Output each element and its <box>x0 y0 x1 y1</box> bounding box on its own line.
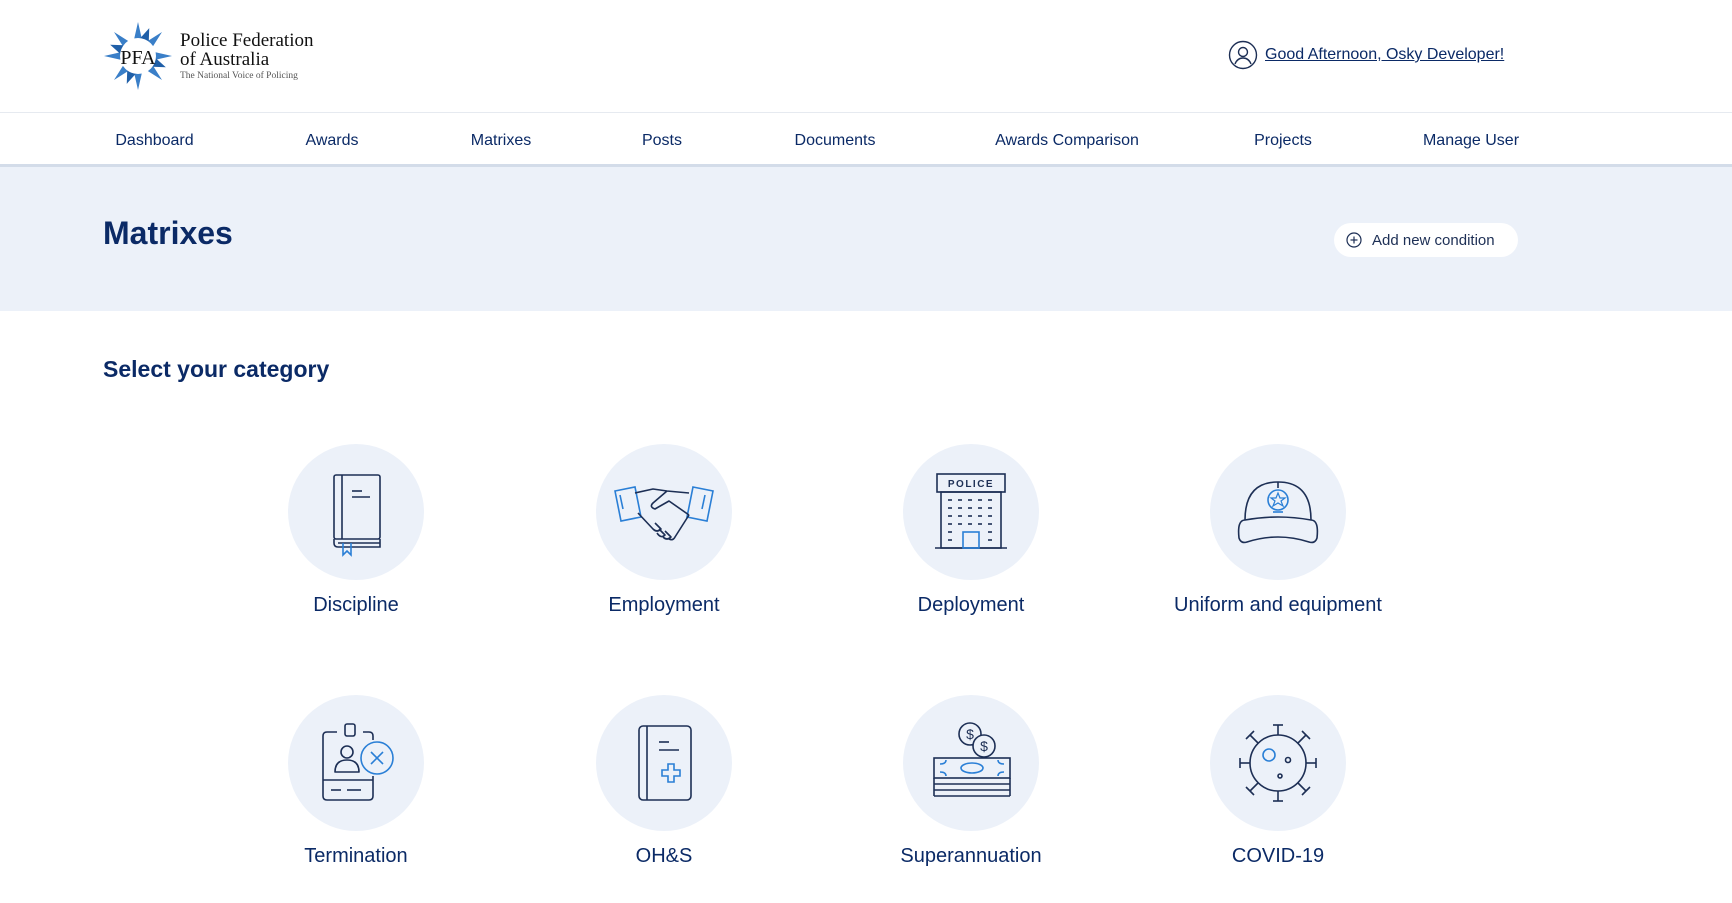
pfa-logo[interactable]: PFA Police Federation of Australia The N… <box>102 18 332 94</box>
nav-awards[interactable]: Awards <box>295 113 369 167</box>
category-label: Superannuation <box>900 845 1042 867</box>
category-icon-circle <box>288 444 424 580</box>
nav-awards-comparison[interactable]: Awards Comparison <box>979 113 1155 167</box>
handshake-icon <box>614 486 714 541</box>
category-icon-circle <box>288 695 424 831</box>
svg-text:POLICE: POLICE <box>948 479 994 490</box>
logo-tagline: The National Voice of Policing <box>180 70 298 81</box>
category-label: OH&S <box>635 845 693 867</box>
category-discipline[interactable]: Discipline <box>236 444 476 644</box>
category-uniform-and-equipment[interactable]: Uniform and equipment <box>1158 444 1398 644</box>
category-covid-19[interactable]: COVID-19 <box>1158 695 1398 895</box>
greeting-link[interactable]: Good Afternoon, Osky Developer! <box>1265 46 1504 64</box>
category-icon-circle: POLICE <box>903 444 1039 580</box>
plus-circle-icon <box>1346 232 1362 248</box>
category-employment[interactable]: Employment <box>544 444 784 644</box>
nav-dashboard[interactable]: Dashboard <box>103 113 206 167</box>
police-station-icon: POLICE <box>935 473 1007 549</box>
category-icon-circle <box>1210 695 1346 831</box>
book-icon <box>333 474 381 557</box>
category-label: Deployment <box>917 594 1025 616</box>
add-new-condition-button[interactable]: Add new condition <box>1334 223 1518 257</box>
logo-line-1: Police Federation <box>180 29 314 51</box>
virus-icon <box>1239 724 1317 802</box>
user-circle-icon <box>1228 40 1258 70</box>
category-section-title: Select your category <box>103 356 330 382</box>
id-badge-remove-icon <box>322 723 394 801</box>
category-icon-circle <box>596 695 732 831</box>
main-nav: Dashboard Awards Matrixes Posts Document… <box>0 113 1732 170</box>
page-title: Matrixes <box>103 215 233 251</box>
category-label: Termination <box>304 845 408 867</box>
nav-matrixes[interactable]: Matrixes <box>460 113 542 170</box>
logo-line-2: of Australia <box>180 48 270 70</box>
category-superannuation[interactable]: $ $ Superannuation <box>851 695 1091 895</box>
pfa-emblem-icon: PFA <box>102 20 174 92</box>
category-icon-circle <box>596 444 732 580</box>
svg-text:PFA: PFA <box>120 47 156 69</box>
add-new-condition-label: Add new condition <box>1372 231 1495 249</box>
category-icon-circle <box>1210 444 1346 580</box>
category-deployment[interactable]: POLICE Deployment <box>851 444 1091 644</box>
nav-posts[interactable]: Posts <box>633 113 691 167</box>
police-cap-icon <box>1237 481 1319 544</box>
medical-book-icon <box>638 725 692 801</box>
category-label: Discipline <box>313 594 399 616</box>
category-icon-circle: $ $ <box>903 695 1039 831</box>
category-termination[interactable]: Termination <box>236 695 476 895</box>
user-greeting[interactable]: Good Afternoon, Osky Developer! <box>1228 40 1504 70</box>
category-label: Employment <box>608 594 720 616</box>
category-label: COVID-19 <box>1231 845 1325 867</box>
nav-manage-user[interactable]: Manage User <box>1413 113 1529 167</box>
top-header: PFA Police Federation of Australia The N… <box>0 0 1732 113</box>
nav-documents[interactable]: Documents <box>782 113 888 167</box>
nav-projects[interactable]: Projects <box>1244 113 1322 167</box>
category-label: Uniform and equipment <box>1174 594 1382 616</box>
page-header-band: Matrixes Add new condition <box>0 167 1732 311</box>
money-stack-icon: $ $ <box>933 722 1011 797</box>
svg-text:$: $ <box>966 726 974 742</box>
svg-text:$: $ <box>980 738 988 754</box>
category-ohs[interactable]: OH&S <box>544 695 784 895</box>
